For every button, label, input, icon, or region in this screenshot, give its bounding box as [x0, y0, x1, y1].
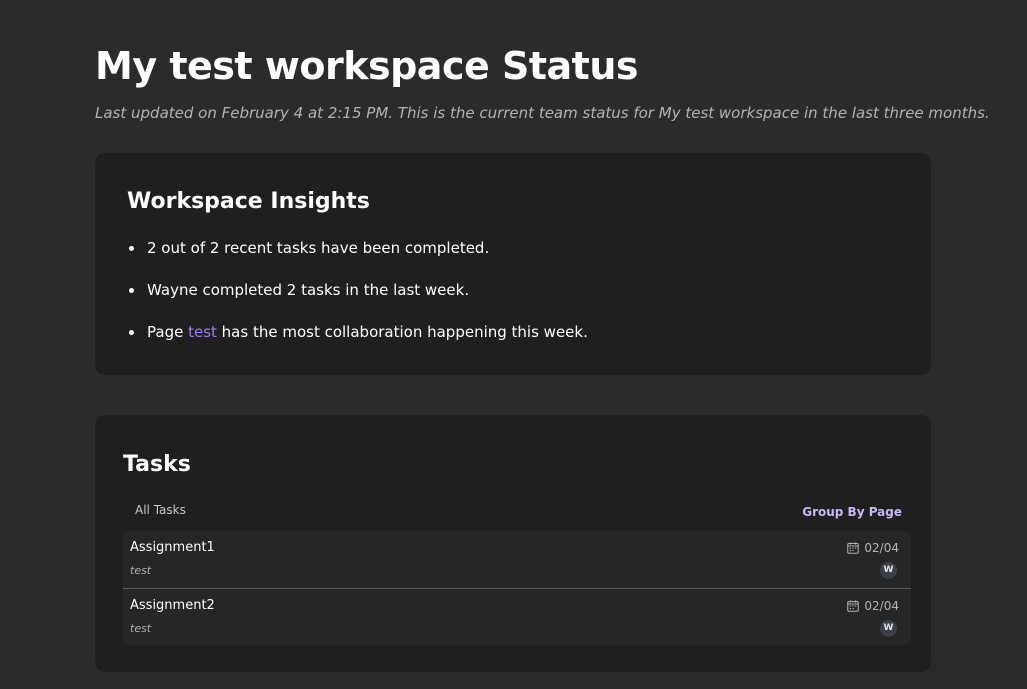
task-row[interactable]: Assignment1 test 02/04 W — [123, 531, 911, 588]
insight-text-prefix: Page — [147, 323, 189, 341]
task-due-date: 02/04 — [847, 541, 899, 555]
tasks-heading: Tasks — [123, 452, 191, 477]
insights-list: 2 out of 2 recent tasks have been comple… — [127, 238, 588, 364]
insight-item: 2 out of 2 recent tasks have been comple… — [127, 238, 588, 280]
status-page: My test workspace Status Last updated on… — [0, 0, 1027, 689]
calendar-icon — [847, 600, 860, 612]
insight-text-suffix: has the most collaboration happening thi… — [216, 323, 588, 341]
page-link-test[interactable]: test — [188, 323, 217, 341]
insight-text: 2 out of 2 recent tasks have been comple… — [147, 239, 490, 257]
assignee-avatar[interactable]: W — [880, 562, 897, 579]
task-list: Assignment1 test 02/04 W Assignment2 tes… — [123, 531, 911, 645]
workspace-insights-card: Workspace Insights 2 out of 2 recent tas… — [95, 153, 931, 375]
task-page-label: test — [130, 564, 152, 577]
all-tasks-tab[interactable]: All Tasks — [135, 503, 186, 517]
page-title: My test workspace Status — [95, 44, 639, 88]
last-updated-subtitle: Last updated on February 4 at 2:15 PM. T… — [95, 104, 990, 122]
task-page-label: test — [130, 622, 152, 635]
task-name[interactable]: Assignment1 — [130, 540, 215, 555]
insight-text: Wayne completed 2 tasks in the last week… — [147, 281, 470, 299]
calendar-icon — [847, 542, 860, 554]
bullet-icon — [129, 246, 134, 251]
task-date-text: 02/04 — [864, 599, 899, 613]
bullet-icon — [129, 288, 134, 293]
insight-item: Wayne completed 2 tasks in the last week… — [127, 280, 588, 322]
assignee-avatar[interactable]: W — [880, 620, 897, 637]
bullet-icon — [129, 330, 134, 335]
task-row[interactable]: Assignment2 test 02/04 W — [123, 588, 911, 645]
group-by-page-button[interactable]: Group By Page — [802, 505, 902, 519]
task-date-text: 02/04 — [864, 541, 899, 555]
insight-item: Page test has the most collaboration hap… — [127, 322, 588, 364]
task-due-date: 02/04 — [847, 599, 899, 613]
insights-heading: Workspace Insights — [127, 189, 370, 214]
task-name[interactable]: Assignment2 — [130, 598, 215, 613]
tasks-card: Tasks All Tasks Group By Page Assignment… — [95, 415, 931, 672]
